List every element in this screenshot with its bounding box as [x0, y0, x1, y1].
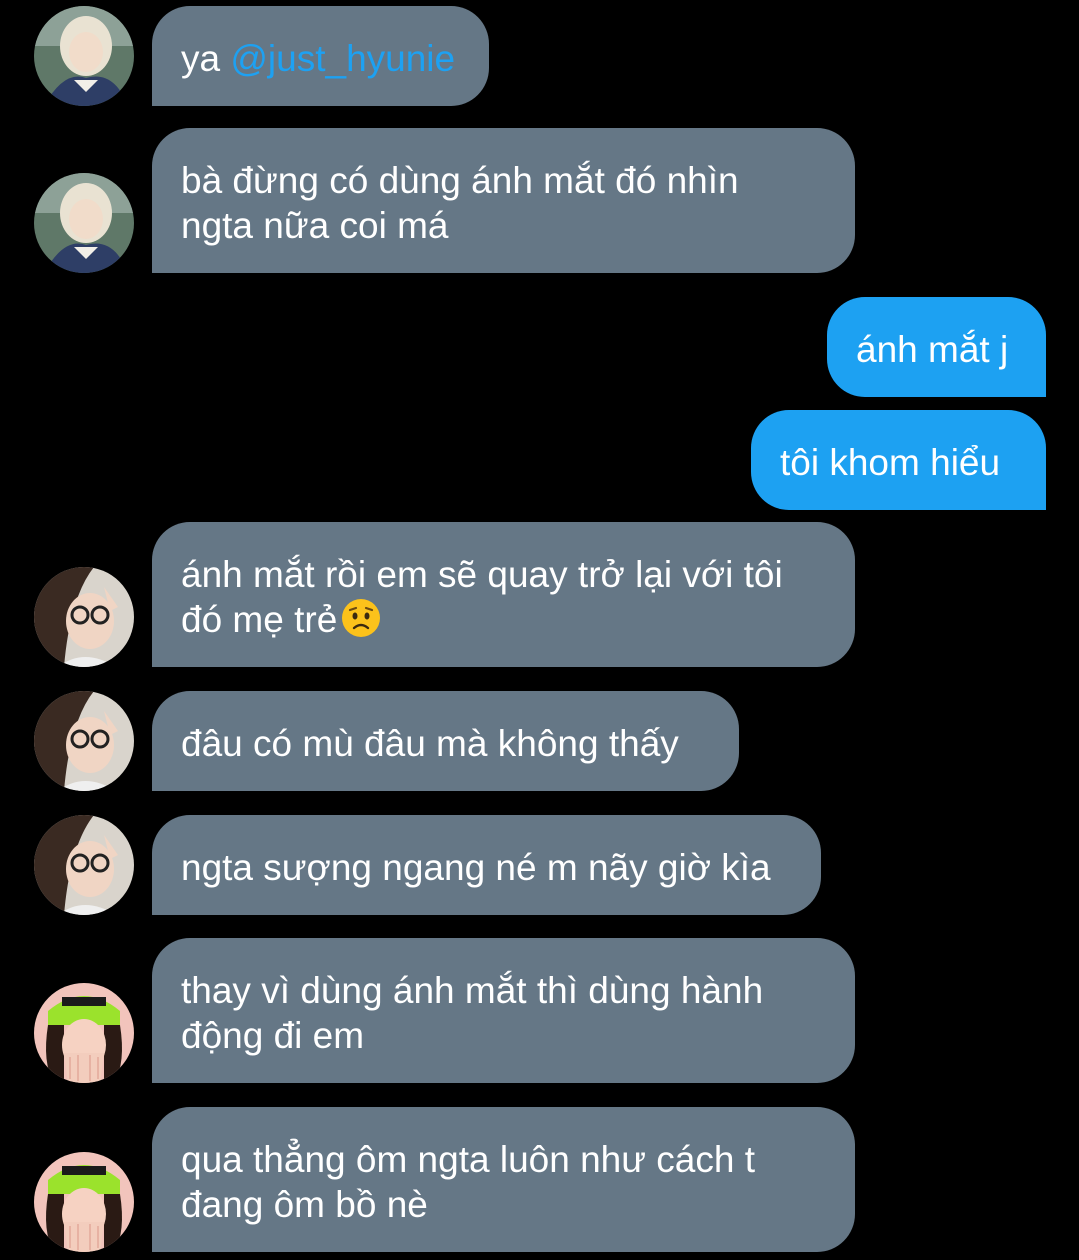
message-bubble-9[interactable]: qua thẳng ôm ngta luôn như cách t đang ô…: [152, 1107, 855, 1252]
message-text-line: thay vì dùng ánh mắt thì dùng hành: [181, 970, 764, 1011]
message-bubble-3[interactable]: ánh mắt j: [827, 297, 1046, 397]
message-bubble-7[interactable]: ngta sượng ngang né m nãy giờ kìa: [152, 815, 821, 915]
message-text: ya: [181, 38, 231, 79]
message-text-line: ngta nữa coi má: [181, 205, 449, 246]
blonde-girl-avatar[interactable]: [34, 6, 134, 106]
message-bubble-2[interactable]: bà đừng có dùng ánh mắt đó nhìn ngta nữa…: [152, 128, 855, 273]
message-text: ngta sượng ngang né m nãy giờ kìa: [181, 847, 771, 888]
glasses-girl-avatar[interactable]: [34, 815, 134, 915]
message-bubble-5[interactable]: ánh mắt rồi em sẽ quay trở lại với tôi đ…: [152, 522, 855, 667]
message-text-line: đó mẹ trẻ: [181, 597, 827, 648]
green-beanie-girl-avatar[interactable]: [34, 1152, 134, 1252]
message-text-line: qua thẳng ôm ngta luôn như cách t: [181, 1139, 756, 1180]
message-text-line: bà đừng có dùng ánh mắt đó nhìn: [181, 160, 739, 201]
mention-link[interactable]: @just_hyunie: [230, 38, 455, 79]
message-bubble-4[interactable]: tôi khom hiểu: [751, 410, 1046, 510]
message-text-line: đang ôm bồ nè: [181, 1184, 428, 1225]
message-text: đó mẹ trẻ: [181, 599, 338, 640]
message-bubble-6[interactable]: đâu có mù đâu mà không thấy: [152, 691, 739, 791]
green-beanie-girl-avatar[interactable]: [34, 983, 134, 1083]
message-thread: ya @just_hyunie bà đừng có dùng ánh mắt …: [0, 0, 1079, 1260]
worried-face-emoji: [341, 598, 381, 648]
message-bubble-8[interactable]: thay vì dùng ánh mắt thì dùng hành động …: [152, 938, 855, 1083]
message-text-line: động đi em: [181, 1015, 365, 1056]
message-text: ánh mắt j: [856, 329, 1009, 370]
blonde-girl-avatar[interactable]: [34, 173, 134, 273]
message-text: tôi khom hiểu: [780, 442, 1001, 483]
glasses-girl-avatar[interactable]: [34, 567, 134, 667]
message-bubble-1[interactable]: ya @just_hyunie: [152, 6, 489, 106]
message-text-line: ánh mắt rồi em sẽ quay trở lại với tôi: [181, 554, 783, 595]
glasses-girl-avatar[interactable]: [34, 691, 134, 791]
message-text: đâu có mù đâu mà không thấy: [181, 723, 679, 764]
